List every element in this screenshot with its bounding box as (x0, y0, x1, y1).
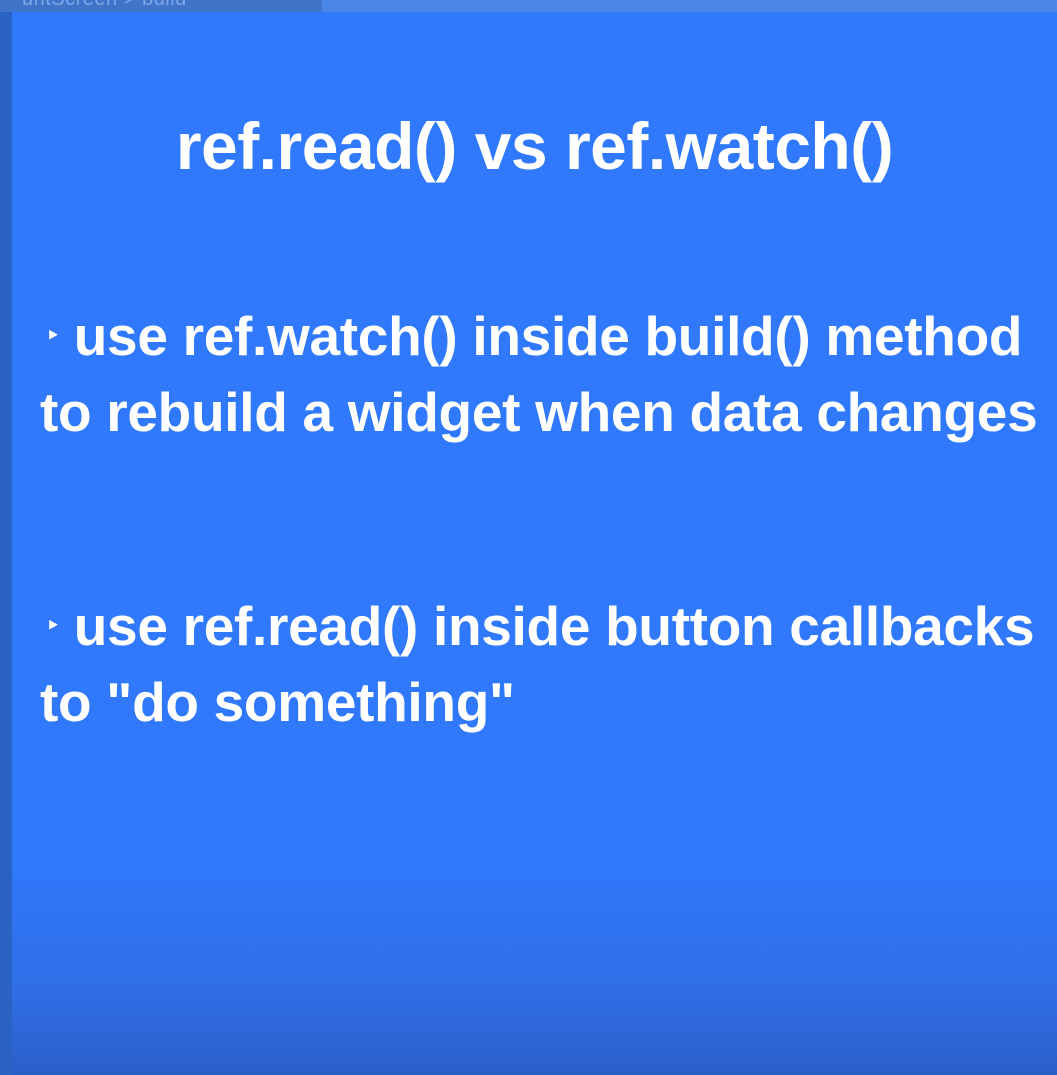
breadcrumb: untScreen > build (0, 0, 322, 12)
bullet-item: ‣ use ref.read() inside button callbacks … (40, 588, 1040, 740)
breadcrumb-separator-icon: > (124, 0, 136, 10)
bullet-arrow-icon: ‣ (46, 613, 60, 638)
video-frame: untScreen > build ref.read() vs ref.watc… (0, 0, 1057, 1075)
breadcrumb-item-screen[interactable]: untScreen (22, 0, 118, 10)
editor-left-edge (0, 12, 12, 1075)
bullet-item: ‣ use ref.watch() inside build() method t… (40, 298, 1040, 450)
slide-title: ref.read() vs ref.watch() (175, 109, 894, 183)
breadcrumb-text: untScreen > build (22, 0, 187, 11)
breadcrumb-item-build[interactable]: build (142, 0, 187, 10)
bullet-text: use ref.watch() inside build() method to… (40, 305, 1038, 443)
slide: ref.read() vs ref.watch() ‣ use ref.watch… (12, 12, 1057, 1075)
bullet-arrow-icon: ‣ (46, 323, 60, 348)
bullet-text: use ref.read() inside button callbacks t… (40, 595, 1035, 733)
